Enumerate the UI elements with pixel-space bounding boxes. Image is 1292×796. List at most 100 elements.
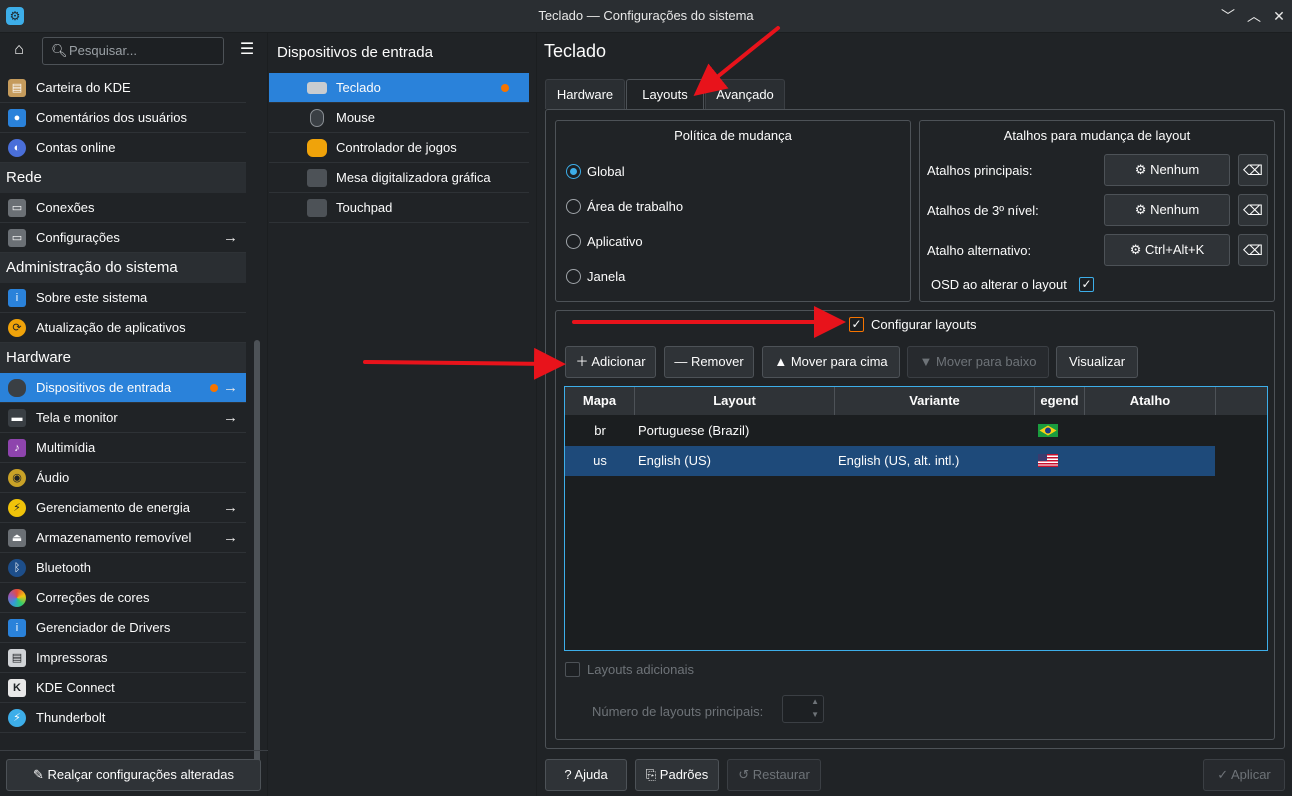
clear-third-level-button[interactable]: ⌫ [1238, 194, 1268, 226]
sidebar-item-wallet[interactable]: ▤ Carteira do KDE [0, 73, 246, 103]
color-icon [8, 589, 26, 607]
minimize-icon[interactable]: ﹀ [1218, 6, 1238, 26]
configure-layouts-label: Configurar layouts [871, 317, 977, 332]
col-map[interactable]: Mapa [565, 387, 635, 415]
radio-window[interactable] [566, 269, 581, 284]
radio-application-label: Aplicativo [587, 234, 643, 249]
subcategory-panel: Dispositivos de entrada Teclado Mouse Co… [269, 33, 537, 796]
main-shortcut-button[interactable]: ⚙ Nenhum [1104, 154, 1230, 186]
col-filler [1216, 387, 1267, 415]
feedback-icon: ● [8, 109, 26, 127]
radio-global[interactable] [566, 164, 581, 179]
sidebar-item-kdeconnect[interactable]: K KDE Connect [0, 673, 246, 703]
col-label[interactable]: egend [1035, 387, 1085, 415]
shortcuts-group: Atalhos para mudança de layout Atalhos p… [919, 120, 1275, 302]
home-icon[interactable]: ⌂ [6, 37, 32, 63]
wallet-icon: ▤ [8, 79, 26, 97]
col-variant[interactable]: Variante [835, 387, 1035, 415]
subitem-tablet[interactable]: Mesa digitalizadora gráfica [269, 163, 529, 193]
spin-up-icon: ▲ [811, 697, 819, 706]
highlight-changed-button[interactable]: ✎ Realçar configurações alteradas [6, 759, 261, 791]
subitem-mouse[interactable]: Mouse [269, 103, 529, 133]
tab-hardware[interactable]: Hardware [545, 79, 625, 109]
osd-label: OSD ao alterar o layout [931, 277, 1067, 292]
category-hardware: Hardware [0, 343, 246, 373]
configure-layouts-checkbox[interactable]: ✓ [849, 317, 864, 332]
pencil-icon: ✎ [33, 767, 48, 782]
subitem-gamepad[interactable]: Controlador de jogos [269, 133, 529, 163]
sidebar-item-audio[interactable]: ◉ Áudio [0, 463, 246, 493]
clear-alt-shortcut-button[interactable]: ⌫ [1238, 234, 1268, 266]
hamburger-menu-icon[interactable]: ☰ [236, 37, 258, 63]
sidebar-item-online-accounts[interactable]: ◐ Contas online [0, 133, 246, 163]
sidebar-item-updates[interactable]: ⟳ Atualização de aplicativos [0, 313, 246, 343]
sidebar-item-power[interactable]: ⚡ Gerenciamento de energia → [0, 493, 246, 523]
us-flag-icon [1038, 454, 1058, 467]
sidebar-item-thunderbolt[interactable]: ⚡ Thunderbolt [0, 703, 246, 733]
search-input[interactable]: 🔍︎ Pesquisar... [42, 37, 224, 65]
sidebar-item-feedback[interactable]: ● Comentários dos usuários [0, 103, 246, 133]
third-level-button[interactable]: ⚙ Nenhum [1104, 194, 1230, 226]
mouse-icon [8, 379, 26, 397]
touchpad-icon [307, 199, 327, 217]
remove-layout-button[interactable]: — Remover [664, 346, 754, 378]
preview-button[interactable]: Visualizar [1056, 346, 1138, 378]
power-icon: ⚡ [8, 499, 26, 517]
col-shortcut[interactable]: Atalho [1085, 387, 1216, 415]
triangle-up-icon: ▲ [774, 354, 791, 369]
tablet-icon [307, 169, 327, 187]
layouts-table[interactable]: Mapa Layout Variante egend Atalho br Por… [564, 386, 1268, 651]
close-icon[interactable]: ✕ [1269, 6, 1289, 26]
sidebar-scrollbar[interactable] [254, 340, 260, 780]
osd-checkbox[interactable]: ✓ [1079, 277, 1094, 292]
defaults-icon: ⎘ [645, 767, 660, 782]
sidebar-item-color-corrections[interactable]: Correções de cores [0, 583, 246, 613]
cell-variant: English (US, alt. intl.) [838, 453, 960, 468]
table-row[interactable]: us English (US) English (US, alt. intl.) [565, 446, 1215, 476]
defaults-button[interactable]: ⎘ Padrões [635, 759, 719, 791]
backspace-icon: ⌫ [1243, 162, 1263, 178]
search-icon: 🔍︎ [51, 43, 68, 58]
divider [0, 750, 268, 751]
policy-group: Política de mudança Global Área de traba… [555, 120, 911, 302]
tab-layouts[interactable]: Layouts [626, 79, 704, 110]
maximize-icon[interactable]: ︿ [1244, 6, 1264, 26]
help-button[interactable]: ? Ajuda [545, 759, 627, 791]
sidebar-item-multimedia[interactable]: ♪ Multimídia [0, 433, 246, 463]
sidebar-item-printers[interactable]: ▤ Impressoras [0, 643, 246, 673]
checkmark-icon: ✓ [1217, 767, 1232, 782]
arrow-right-icon: → [223, 529, 238, 546]
extra-layouts-label: Layouts adicionais [587, 662, 694, 677]
main-shortcut-label: Atalhos principais: [927, 163, 1033, 178]
sidebar-item-input-devices[interactable]: Dispositivos de entrada → [0, 373, 246, 403]
gamepad-icon [307, 139, 327, 157]
sidebar-item-removable-storage[interactable]: ⏏ Armazenamento removível → [0, 523, 246, 553]
sidebar-item-connections[interactable]: ▭ Conexões [0, 193, 246, 223]
subitem-touchpad[interactable]: Touchpad [269, 193, 529, 223]
table-row[interactable]: br Portuguese (Brazil) [565, 416, 1215, 446]
apply-button[interactable]: ✓ Aplicar [1203, 759, 1285, 791]
extra-layouts-checkbox[interactable] [565, 662, 580, 677]
move-up-button[interactable]: ▲ Mover para cima [762, 346, 900, 378]
triangle-down-icon: ▼ [919, 354, 937, 369]
sidebar-item-drivers[interactable]: i Gerenciador de Drivers [0, 613, 246, 643]
sidebar-item-display[interactable]: ▬ Tela e monitor → [0, 403, 246, 433]
sidebar-item-about[interactable]: i Sobre este sistema [0, 283, 246, 313]
sidebar-item-bluetooth[interactable]: ᛒ Bluetooth [0, 553, 246, 583]
col-layout[interactable]: Layout [635, 387, 835, 415]
sidebar: ⌂ 🔍︎ Pesquisar... ☰ ▤ Carteira do KDE ● Co… [0, 33, 268, 796]
changed-indicator [210, 384, 218, 392]
radio-desktop[interactable] [566, 199, 581, 214]
main-layouts-count-spinbox[interactable]: ▲ ▼ [782, 695, 824, 723]
move-down-button[interactable]: ▼ Mover para baixo [907, 346, 1049, 378]
tab-advanced[interactable]: Avançado [705, 79, 785, 109]
cell-map: br [594, 423, 606, 438]
help-icon: ? [564, 767, 575, 782]
clear-main-shortcut-button[interactable]: ⌫ [1238, 154, 1268, 186]
reset-button[interactable]: ↺ Restaurar [727, 759, 821, 791]
subitem-keyboard[interactable]: Teclado [269, 73, 529, 103]
alt-shortcut-button[interactable]: ⚙ Ctrl+Alt+K [1104, 234, 1230, 266]
add-layout-button[interactable]: ＋ Adicionar [565, 346, 656, 378]
sidebar-item-network-settings[interactable]: ▭ Configurações → [0, 223, 246, 253]
radio-application[interactable] [566, 234, 581, 249]
